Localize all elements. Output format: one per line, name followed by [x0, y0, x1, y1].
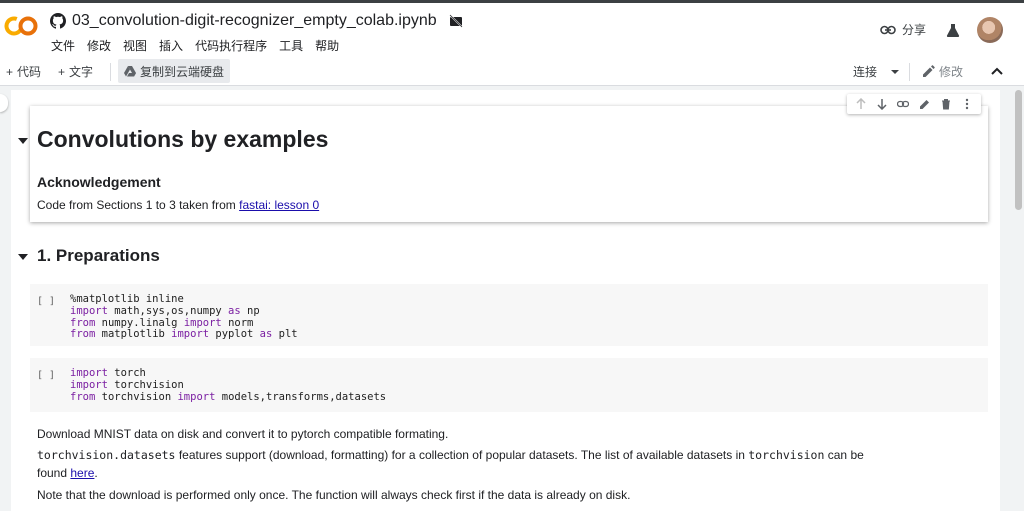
- copy-to-drive-button[interactable]: 复制到云端硬盘: [118, 59, 231, 83]
- cell-toolbar: [847, 94, 981, 114]
- code-keyword: as: [259, 328, 273, 341]
- menu-edit[interactable]: 修改: [86, 37, 112, 54]
- inline-code: torchvision.datasets: [37, 448, 176, 462]
- caret-down-icon: [891, 69, 900, 74]
- connect-button[interactable]: 连接: [853, 63, 900, 80]
- fastai-lesson-link[interactable]: fastai: lesson 0: [239, 198, 319, 212]
- drive-icon: [124, 65, 136, 76]
- paragraph-text: features support (download, formatting) …: [175, 448, 749, 462]
- code-token: matplotlib: [95, 328, 172, 341]
- share-label: 分享: [902, 23, 927, 37]
- code-cell-imports[interactable]: [ ] %matplotlib inline import math,sys,os…: [30, 284, 988, 346]
- link-icon: [880, 25, 896, 34]
- notebook-title[interactable]: 03_convolution-digit-recognizer_empty_co…: [72, 12, 437, 30]
- edit-label: 修改: [939, 65, 964, 79]
- code-keyword: from: [70, 328, 96, 341]
- acknowledgement-paragraph: Code from Sections 1 to 3 taken from fas…: [37, 198, 319, 212]
- menu-view[interactable]: 视图: [122, 37, 148, 54]
- acknowledgement-heading: Acknowledgement: [37, 174, 161, 190]
- code-token: torch: [107, 367, 146, 379]
- collapse-section-icon[interactable]: [18, 138, 28, 144]
- code-keyword: from: [70, 390, 96, 403]
- link-icon[interactable]: [897, 98, 910, 110]
- menu-bar: 文件 修改 视图 插入 代码执行程序 工具 帮助: [50, 37, 340, 54]
- share-button[interactable]: 分享: [880, 21, 926, 38]
- pencil-icon: [923, 65, 935, 77]
- code-cell-torch[interactable]: [ ] import torch import torchvision from t…: [30, 358, 988, 412]
- chevron-up-icon[interactable]: [991, 67, 1003, 75]
- user-avatar[interactable]: [977, 17, 1003, 43]
- run-cell-button[interactable]: [ ]: [37, 370, 55, 381]
- code-token: models,transforms,datasets: [215, 390, 387, 403]
- download-paragraph: Download MNIST data on disk and convert …: [37, 427, 449, 441]
- add-code-button[interactable]: + 代码: [6, 63, 41, 80]
- not-saved-drive-icon[interactable]: [449, 14, 463, 28]
- experiment-flask-icon[interactable]: [946, 23, 960, 37]
- note-paragraph: Note that the download is performed only…: [37, 488, 631, 502]
- pencil-icon[interactable]: [919, 98, 931, 110]
- code-line: from matplotlib import pyplot as plt: [70, 328, 298, 341]
- toolbar-divider: [909, 63, 910, 81]
- datasets-here-link[interactable]: here: [70, 466, 94, 480]
- code-token: %matplotlib inline: [70, 293, 184, 305]
- menu-help[interactable]: 帮助: [314, 37, 340, 54]
- code-keyword: import: [183, 316, 222, 329]
- code-token: numpy.linalg: [95, 316, 184, 329]
- notebook-heading-1: Convolutions by examples: [37, 126, 329, 152]
- main-area: Convolutions by examples Acknowledgement…: [0, 86, 1024, 511]
- edit-mode-button[interactable]: 修改: [922, 63, 963, 80]
- menu-insert[interactable]: 插入: [158, 37, 184, 54]
- code-keyword: import: [177, 390, 216, 403]
- arrow-up-icon[interactable]: [855, 98, 867, 110]
- menu-tools[interactable]: 工具: [278, 37, 304, 54]
- code-token: pyplot: [209, 328, 260, 341]
- scrollbar-thumb[interactable]: [1015, 90, 1022, 210]
- copy-to-drive-label: 复制到云端硬盘: [140, 64, 225, 79]
- header: 03_convolution-digit-recognizer_empty_co…: [0, 3, 1024, 57]
- section-heading-preparations: 1. Preparations: [37, 246, 160, 265]
- add-text-button[interactable]: + 文字: [58, 63, 93, 80]
- plus-icon: +: [58, 64, 66, 79]
- menu-file[interactable]: 文件: [50, 37, 76, 54]
- toolbar-divider: [110, 63, 111, 81]
- toolbar: + 代码 + 文字 复制到云端硬盘 连接 修改: [0, 57, 1024, 86]
- code-keyword: import: [70, 304, 108, 317]
- add-code-label: 代码: [17, 65, 42, 79]
- code-token: norm: [221, 316, 254, 329]
- code-keyword: as: [228, 304, 241, 317]
- paragraph-text: can be: [824, 448, 864, 462]
- connect-label: 连接: [853, 65, 878, 79]
- code-keyword: import: [70, 378, 108, 391]
- notebook-title-row: 03_convolution-digit-recognizer_empty_co…: [50, 11, 463, 31]
- paragraph-text: found: [37, 466, 71, 480]
- code-token: torchvision: [107, 378, 184, 391]
- menu-runtime[interactable]: 代码执行程序: [194, 37, 268, 54]
- code-token: np: [240, 304, 260, 317]
- code-keyword: import: [171, 328, 210, 341]
- code-editor[interactable]: import torch import torchvision from torch…: [70, 367, 387, 404]
- code-line: from torchvision import models,transform…: [70, 390, 387, 404]
- code-editor[interactable]: %matplotlib inline import math,sys,os,num…: [70, 293, 298, 341]
- more-vert-icon[interactable]: [961, 98, 973, 110]
- plus-icon: +: [6, 64, 14, 79]
- code-keyword: from: [70, 316, 96, 329]
- code-keyword: import: [70, 367, 108, 379]
- acknowledgement-text: Code from Sections 1 to 3 taken from: [37, 198, 240, 212]
- sidebar-toggle[interactable]: [0, 94, 8, 112]
- arrow-down-icon[interactable]: [876, 98, 888, 110]
- collapse-section-icon[interactable]: [18, 254, 28, 260]
- code-token: torchvision: [95, 390, 178, 403]
- code-token: plt: [272, 328, 298, 341]
- datasets-paragraph-line2: found here.: [37, 466, 98, 480]
- trash-icon[interactable]: [940, 98, 952, 110]
- code-token: math,sys,os,numpy: [107, 304, 229, 317]
- datasets-paragraph-line1: torchvision.datasets features support (d…: [37, 448, 864, 462]
- github-icon: [50, 13, 66, 29]
- inline-code: torchvision: [748, 448, 825, 462]
- paragraph-text: .: [94, 466, 98, 480]
- colab-logo-icon[interactable]: [4, 13, 38, 39]
- add-text-label: 文字: [69, 65, 94, 79]
- run-cell-button[interactable]: [ ]: [37, 296, 55, 307]
